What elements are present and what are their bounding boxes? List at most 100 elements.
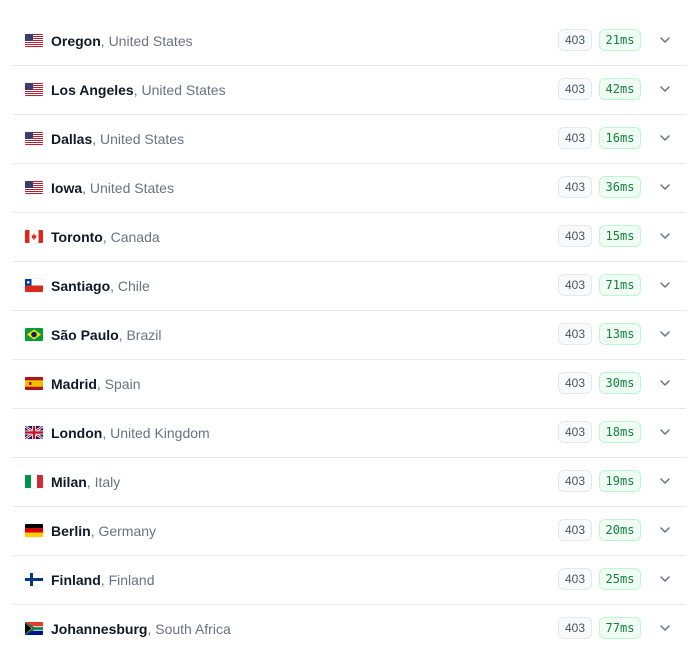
ca-flag-icon xyxy=(25,230,43,243)
chevron-down-icon[interactable] xyxy=(657,620,673,636)
city-name: Santiago xyxy=(51,278,111,294)
latency-badge: 16ms xyxy=(599,127,641,149)
latency-badge: 36ms xyxy=(599,176,641,198)
chevron-down-icon[interactable] xyxy=(657,473,673,489)
chevron-down-icon[interactable] xyxy=(657,228,673,244)
chevron-down-icon[interactable] xyxy=(657,424,673,440)
de-flag-icon xyxy=(25,524,43,537)
country-name: Brazil xyxy=(126,327,162,343)
status-code-badge: 403 xyxy=(558,323,592,345)
us-flag-icon xyxy=(25,34,43,47)
city-name: Finland xyxy=(51,572,101,588)
it-flag-icon xyxy=(25,475,43,488)
country-name: South Africa xyxy=(155,621,231,637)
location-separator: , xyxy=(100,572,109,588)
latency-badge: 71ms xyxy=(599,274,641,296)
location-separator: , xyxy=(86,474,95,490)
country-name: Germany xyxy=(98,523,157,539)
status-code-badge: 403 xyxy=(558,421,592,443)
chevron-down-icon[interactable] xyxy=(657,277,673,293)
status-code-badge: 403 xyxy=(558,470,592,492)
region-location: Dallas, United States xyxy=(51,130,184,148)
us-flag-icon xyxy=(25,181,43,194)
region-location: Johannesburg, South Africa xyxy=(51,620,231,638)
region-location: London, United Kingdom xyxy=(51,424,210,442)
country-name: Italy xyxy=(94,474,121,490)
region-location: Santiago, Chile xyxy=(51,277,150,295)
location-separator: , xyxy=(133,82,142,98)
region-location: Iowa, United States xyxy=(51,179,174,197)
chevron-down-icon[interactable] xyxy=(657,179,673,195)
city-name: Madrid xyxy=(51,376,97,392)
city-name: Milan xyxy=(51,474,87,490)
latency-badge: 21ms xyxy=(599,29,641,51)
latency-badge: 13ms xyxy=(599,323,641,345)
br-flag-icon xyxy=(25,328,43,341)
location-separator: , xyxy=(102,229,111,245)
chevron-down-icon[interactable] xyxy=(657,571,673,587)
region-row[interactable]: Los Angeles, United States 403 42ms xyxy=(13,66,686,115)
es-flag-icon xyxy=(25,377,43,390)
latency-badge: 42ms xyxy=(599,78,641,100)
location-separator: , xyxy=(102,425,111,441)
region-row[interactable]: London, United Kingdom 403 18ms xyxy=(13,409,686,458)
city-name: Iowa xyxy=(51,180,83,196)
gb-flag-icon xyxy=(25,426,43,439)
chevron-down-icon[interactable] xyxy=(657,32,673,48)
latency-badge: 15ms xyxy=(599,225,641,247)
city-name: Dallas xyxy=(51,131,93,147)
za-flag-icon xyxy=(25,622,43,635)
region-location: Toronto, Canada xyxy=(51,228,160,246)
region-location: Milan, Italy xyxy=(51,473,120,491)
region-location: Finland, Finland xyxy=(51,571,154,589)
latency-badge: 77ms xyxy=(599,617,641,639)
latency-badge: 25ms xyxy=(599,568,641,590)
chevron-down-icon[interactable] xyxy=(657,81,673,97)
region-location: Los Angeles, United States xyxy=(51,81,226,99)
latency-badge: 20ms xyxy=(599,519,641,541)
region-row[interactable]: Toronto, Canada 403 15ms xyxy=(13,213,686,262)
region-row[interactable]: Dallas, United States 403 16ms xyxy=(13,115,686,164)
region-row[interactable]: Santiago, Chile 403 71ms xyxy=(13,262,686,311)
location-separator: , xyxy=(92,131,101,147)
country-name: Chile xyxy=(117,278,150,294)
country-name: Canada xyxy=(110,229,160,245)
latency-badge: 18ms xyxy=(599,421,641,443)
city-name: Johannesburg xyxy=(51,621,148,637)
status-code-badge: 403 xyxy=(558,225,592,247)
status-code-badge: 403 xyxy=(558,78,592,100)
location-separator: , xyxy=(82,180,90,196)
region-row[interactable]: Iowa, United States 403 36ms xyxy=(13,164,686,213)
region-row[interactable]: Oregon, United States 403 21ms xyxy=(13,17,686,66)
status-code-badge: 403 xyxy=(558,274,592,296)
region-row[interactable]: Milan, Italy 403 19ms xyxy=(13,458,686,507)
latency-badge: 19ms xyxy=(599,470,641,492)
region-location: São Paulo, Brazil xyxy=(51,326,161,344)
location-separator: , xyxy=(100,33,109,49)
us-flag-icon xyxy=(25,132,43,145)
chevron-down-icon[interactable] xyxy=(657,326,673,342)
country-name: United Kingdom xyxy=(110,425,210,441)
status-code-badge: 403 xyxy=(558,617,592,639)
city-name: London xyxy=(51,425,103,441)
status-code-badge: 403 xyxy=(558,29,592,51)
country-name: United States xyxy=(108,33,193,49)
us-flag-icon xyxy=(25,83,43,96)
location-separator: , xyxy=(110,278,118,294)
region-row[interactable]: Johannesburg, South Africa 403 77ms xyxy=(13,605,686,653)
region-row[interactable]: Madrid, Spain 403 30ms xyxy=(13,360,686,409)
region-list: Oregon, United States 403 21ms Los Angeles,… xyxy=(13,17,686,653)
country-name: United States xyxy=(141,82,226,98)
location-separator: , xyxy=(96,376,105,392)
chevron-down-icon[interactable] xyxy=(657,522,673,538)
country-name: Finland xyxy=(108,572,155,588)
region-row[interactable]: Berlin, Germany 403 20ms xyxy=(13,507,686,556)
region-location: Oregon, United States xyxy=(51,32,193,50)
region-row[interactable]: São Paulo, Brazil 403 13ms xyxy=(13,311,686,360)
chevron-down-icon[interactable] xyxy=(657,375,673,391)
region-row[interactable]: Finland, Finland 403 25ms xyxy=(13,556,686,605)
chevron-down-icon[interactable] xyxy=(657,130,673,146)
country-name: United States xyxy=(89,180,174,196)
region-location: Madrid, Spain xyxy=(51,375,140,393)
city-name: Toronto xyxy=(51,229,103,245)
